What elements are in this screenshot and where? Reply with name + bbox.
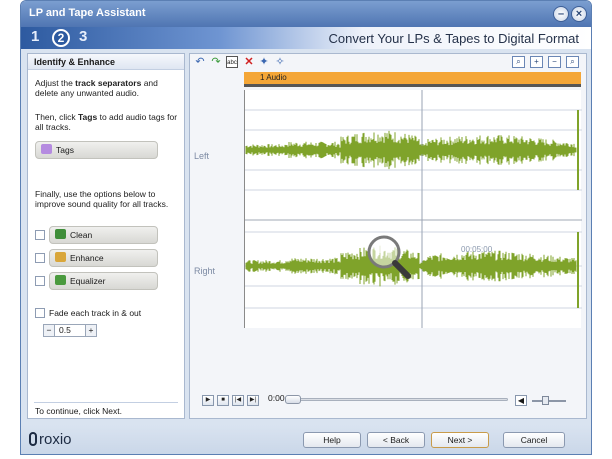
left-waveform [245,130,577,170]
enhance-checkbox[interactable] [35,253,45,263]
enhance-button[interactable]: Enhance [49,249,158,267]
fade-label: Fade each track in & out [49,308,142,318]
sidebar-tags-text: Then, click Tags to add audio tags for a… [35,112,180,132]
enhance-label: Enhance [70,253,104,263]
waveform-svg [245,90,582,328]
zoom-selection-icon[interactable]: ⌕ [566,56,579,68]
step-2-active: 2 [52,29,70,47]
volume-slider[interactable] [532,396,566,405]
tags-button-label: Tags [56,145,74,155]
title-bar: LP and Tape Assistant – × [21,1,591,27]
sidebar-divider [34,402,178,403]
volume-thumb[interactable] [542,396,549,405]
clean-button[interactable]: Clean [49,226,158,244]
editor-toolbar: ↶ ↷ abc ✕ ✦ ✧ ⌕ + − ⌕ [190,54,586,70]
equalizer-button[interactable]: Equalizer [49,272,158,290]
playback-position: 0:00 [268,393,285,403]
equalizer-icon [55,275,66,285]
stop-button[interactable]: ■ [217,395,229,406]
window-title: LP and Tape Assistant [29,7,146,19]
clean-label: Clean [70,230,93,240]
wizard-step-bar: 1 2 3 Convert Your LPs & Tapes to Digita… [21,27,591,49]
split-icon[interactable]: ✦ [258,56,270,68]
track-header[interactable]: 1 Audio [244,72,581,87]
play-button[interactable]: ▶ [202,395,214,406]
sidebar-intro-text: Adjust the track separators and delete a… [35,78,180,98]
tag-icon [41,144,52,154]
app-window: LP and Tape Assistant – × 1 2 3 Convert … [20,0,592,455]
roxio-mark-icon [29,432,37,446]
waveform-area[interactable]: 00:05:00 [244,90,582,328]
intro-bold: track separators [75,78,142,88]
fade-checkbox[interactable] [35,308,45,318]
next-button[interactable]: Next > [431,432,489,448]
fade-duration-value: 0.5 [59,325,71,335]
enhance-icon [55,252,66,262]
fade-duration-stepper[interactable]: − 0.5 + [43,324,97,337]
back-button[interactable]: < Back [367,432,425,448]
logo-text: roxio [39,431,72,448]
equalizer-checkbox[interactable] [35,276,45,286]
continue-hint: To continue, click Next. [35,406,122,416]
zoom-fit-icon[interactable]: ⌕ [512,56,525,68]
sidebar-panel: Identify & Enhance Adjust the track sepa… [27,53,185,419]
step-3: 3 [79,28,88,45]
delete-icon[interactable]: ✕ [243,56,255,68]
right-channel-label: Right [194,266,216,276]
seek-thumb[interactable] [285,395,301,404]
previous-button[interactable]: |◀ [232,395,244,406]
clean-icon [55,229,66,239]
zoom-in-icon[interactable]: + [530,56,543,68]
undo-icon[interactable]: ↶ [194,56,206,68]
sidebar-title: Identify & Enhance [28,54,184,70]
minimize-button[interactable]: – [553,6,569,22]
clean-checkbox[interactable] [35,230,45,240]
audio-editor: ↶ ↷ abc ✕ ✦ ✧ ⌕ + − ⌕ Left Right 1 Audio [189,53,587,419]
seek-slider[interactable] [285,395,508,404]
track-label: 1 Audio [260,73,287,82]
left-channel-label: Left [194,151,210,161]
help-button[interactable]: Help [303,432,361,448]
close-button[interactable]: × [571,6,587,22]
step-1: 1 [31,28,40,45]
zoom-out-icon[interactable]: − [548,56,561,68]
bottom-bar: roxio Help < Back Next > Cancel [21,425,591,454]
rename-icon[interactable]: abc [226,56,238,68]
tags-bold: Tags [78,112,98,122]
right-waveform [245,245,577,287]
transport-bar: ▶ ■ |◀ ▶| 0:00 ◀ [190,390,586,414]
roxio-logo: roxio [29,431,72,448]
join-icon[interactable]: ✧ [274,56,286,68]
next-track-button[interactable]: ▶| [247,395,259,406]
tags-button[interactable]: Tags [35,141,158,159]
decrement-button[interactable]: − [44,325,55,336]
timecode-marker: 00:05:00 [461,245,493,254]
step-heading: Convert Your LPs & Tapes to Digital Form… [328,31,580,46]
volume-icon[interactable]: ◀ [515,395,527,406]
increment-button[interactable]: + [85,325,96,336]
sidebar-options-text: Finally, use the options below to improv… [35,189,169,209]
redo-icon[interactable]: ↷ [210,56,222,68]
intro-prefix: Adjust the [35,78,76,88]
cancel-button[interactable]: Cancel [503,432,565,448]
equalizer-label: Equalizer [70,276,106,286]
tags-prefix: Then, click [35,112,78,122]
